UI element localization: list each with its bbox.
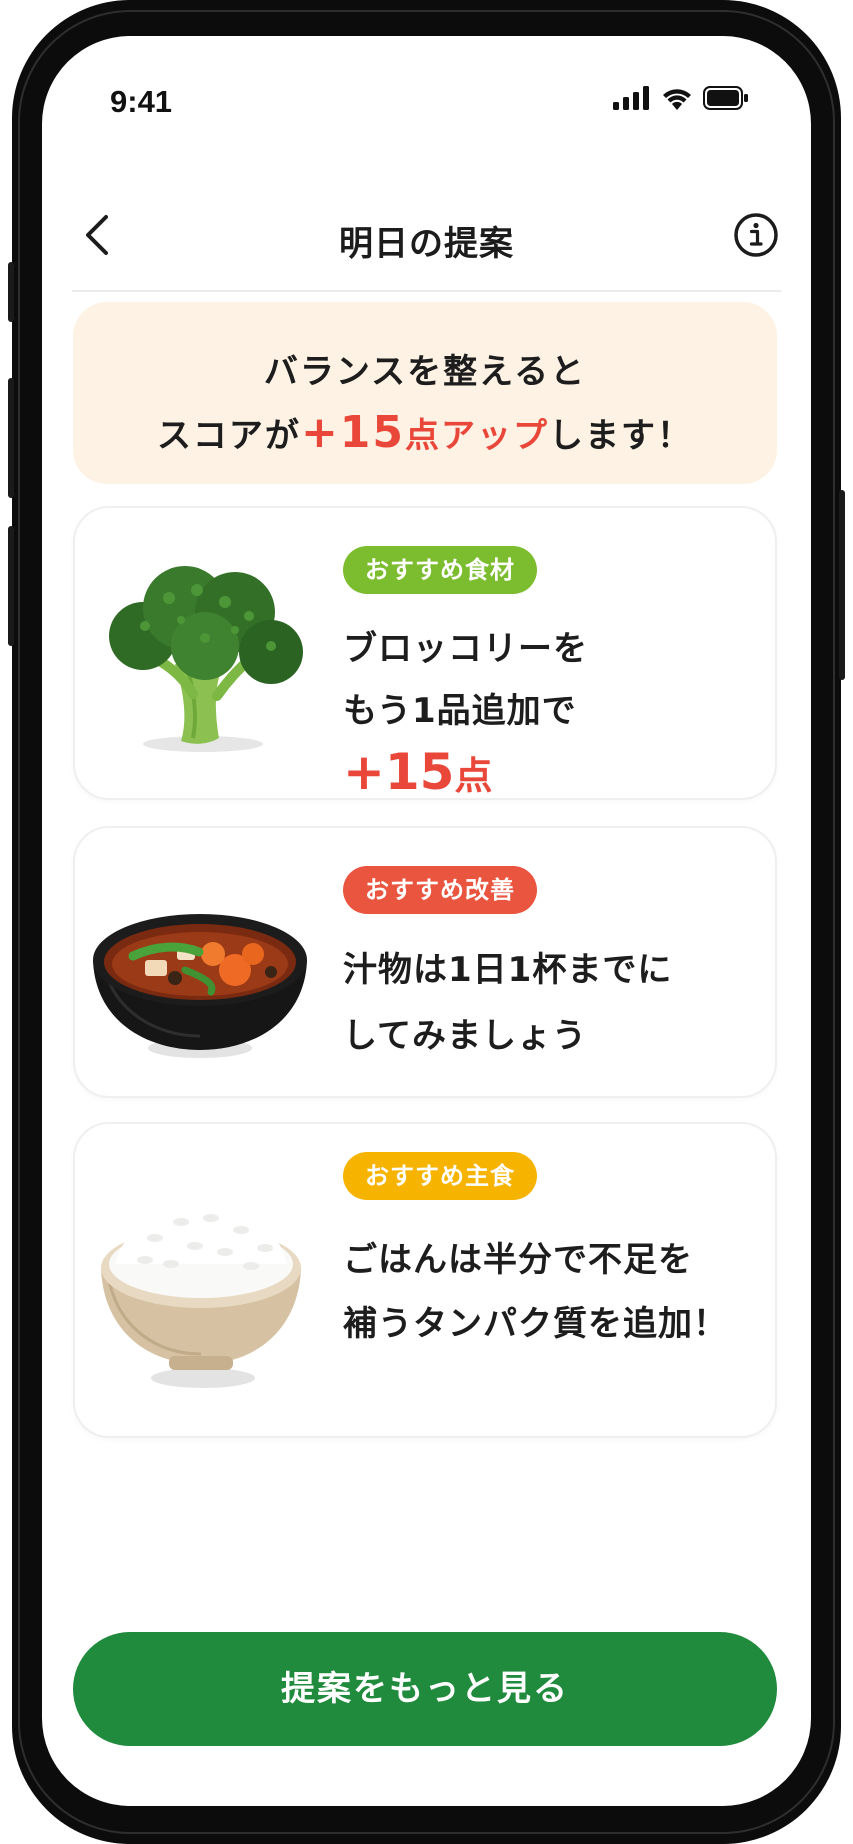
banner-prefix: スコアが	[156, 416, 301, 456]
app-screen: 9:41 明日の提案 バランスを整えると スコアが+15点アップします！ おすす…	[42, 36, 811, 1806]
suggestion-card-ingredient[interactable]: おすすめ食材 ブロッコリーを もう1品追加で +15点	[73, 506, 777, 801]
signal-icon	[613, 86, 649, 110]
card-line1: 汁物は1日1杯までに	[343, 950, 673, 990]
card-body: おすすめ主食 ごはんは半分で不足を 補うタンパク質を追加！	[343, 1152, 755, 1356]
miso-soup-image	[93, 914, 307, 1058]
side-button	[8, 378, 14, 498]
card-points-unit: 点	[454, 754, 493, 798]
side-button	[8, 262, 14, 322]
banner-points-suffix: 点アップ	[405, 416, 550, 456]
card-line2: してみましょう	[343, 1016, 587, 1056]
side-button	[8, 526, 14, 646]
badge-improvement: おすすめ改善	[343, 866, 537, 914]
banner-line2: スコアが+15点アップします！	[73, 407, 777, 458]
more-suggestions-button[interactable]: 提案をもっと見る	[73, 1632, 777, 1746]
status-time: 9:41	[110, 84, 173, 119]
score-banner: バランスを整えると スコアが+15点アップします！	[73, 302, 777, 484]
card-line2: 補うタンパク質を追加！	[343, 1304, 728, 1344]
banner-line1: バランスを整えると	[263, 352, 587, 392]
banner-points: +15	[300, 407, 406, 458]
banner-suffix: します！	[549, 416, 694, 456]
badge-ingredient: おすすめ食材	[343, 546, 537, 594]
status-icons	[613, 86, 749, 110]
card-points: +15点	[343, 742, 755, 806]
nav-header: 明日の提案	[72, 196, 781, 292]
suggestion-card-staple[interactable]: おすすめ主食 ごはんは半分で不足を 補うタンパク質を追加！	[73, 1122, 777, 1438]
info-button[interactable]	[731, 210, 781, 260]
badge-staple: おすすめ主食	[343, 1152, 537, 1200]
info-icon	[734, 213, 778, 257]
card-line2: もう1品追加で	[343, 691, 577, 731]
side-button	[839, 490, 845, 680]
suggestion-card-improvement[interactable]: おすすめ改善 汁物は1日1杯までに してみましょう	[73, 826, 777, 1098]
broccoli-image	[109, 566, 303, 752]
card-body: おすすめ食材 ブロッコリーを もう1品追加で +15点	[343, 546, 755, 806]
rice-bowl-image	[101, 1202, 301, 1388]
card-line1: ブロッコリーを	[343, 629, 588, 669]
wifi-icon	[663, 89, 691, 110]
page-title: 明日の提案	[339, 224, 514, 264]
card-body: おすすめ改善 汁物は1日1杯までに してみましょう	[343, 866, 755, 1068]
battery-icon	[703, 86, 748, 110]
card-points-value: +15	[343, 743, 455, 801]
card-line1: ごはんは半分で不足を	[343, 1240, 693, 1280]
